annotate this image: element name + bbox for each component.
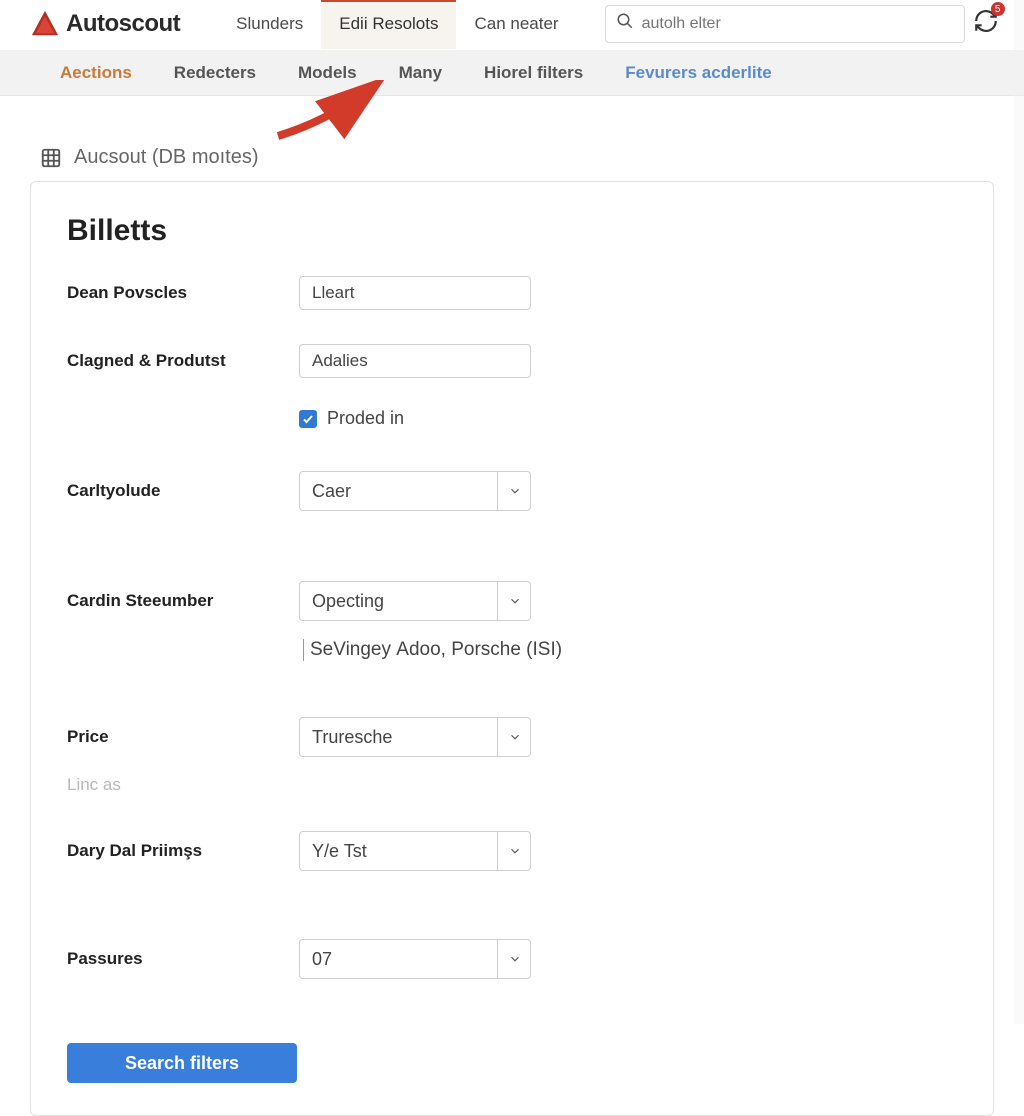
input-clagned-product[interactable]: [299, 344, 531, 378]
subnav-item-4[interactable]: Hiorel filters: [484, 63, 583, 83]
label-price: Price: [67, 727, 299, 747]
select-cardin-steeumber-value: Opecting: [312, 591, 384, 612]
checkbox-proded-in[interactable]: [299, 410, 317, 428]
select-cardin-steeumber[interactable]: Opecting: [299, 581, 531, 621]
checkbox-label-proded-in: Proded in: [327, 408, 404, 429]
card-title: Billetts: [67, 214, 957, 248]
search-filters-button[interactable]: Search filters: [67, 1043, 297, 1083]
topnav-item-2[interactable]: Can neater: [456, 0, 576, 49]
topnav-item-1[interactable]: Edii Resolots: [321, 0, 456, 49]
search-icon: [616, 12, 634, 35]
select-carltyolude-value: Caer: [312, 481, 351, 502]
label-clagned-product: Clagned & Produtst: [67, 351, 299, 371]
select-dary-dal-priims[interactable]: Y/e Tst: [299, 831, 531, 871]
subnav-item-1[interactable]: Redecters: [174, 63, 256, 83]
input-dean-povscles[interactable]: [299, 276, 531, 310]
breadcrumb: Aucsout (DB moıteѕ): [0, 146, 1024, 169]
select-dary-dal-priims-value: Y/e Tst: [312, 841, 367, 862]
subnav-item-0[interactable]: Aections: [60, 63, 132, 83]
brand-mark-icon: [30, 9, 60, 39]
sublabel-price: Linc as: [67, 775, 299, 795]
subnav-item-3[interactable]: Many: [399, 63, 442, 83]
grid-icon: [40, 147, 62, 169]
topnav-item-0[interactable]: Slunders: [218, 0, 321, 49]
search-input[interactable]: [642, 15, 954, 33]
select-passures-value: 07: [312, 949, 332, 970]
select-passures[interactable]: 07: [299, 939, 531, 979]
label-passures: Passures: [67, 949, 299, 969]
subnav-item-2[interactable]: Models: [298, 63, 357, 83]
breadcrumb-text: Aucsout (DB moıteѕ): [74, 146, 259, 169]
refresh-button[interactable]: 5: [973, 8, 999, 39]
chevron-down-icon: [497, 831, 531, 871]
top-nav: Slunders Edii Resolots Can neater: [218, 0, 576, 49]
select-price[interactable]: Truresche: [299, 717, 531, 757]
label-dean-povscles: Dean Povscles: [67, 283, 299, 303]
label-dary-dal-priims: Dary Dal Priimşs: [67, 841, 299, 861]
brand-logo[interactable]: Autoscout: [30, 9, 180, 39]
brand-name: Autoscout: [66, 10, 180, 38]
chevron-down-icon: [497, 471, 531, 511]
scrollbar[interactable]: [1014, 0, 1024, 1024]
helper-cardin-steeumber: SeVingeу Adoo, Porsche (ISI): [303, 639, 957, 661]
chevron-down-icon: [497, 717, 531, 757]
select-carltyolude[interactable]: Caer: [299, 471, 531, 511]
chevron-down-icon: [497, 581, 531, 621]
label-carltyolude: Carltyolude: [67, 481, 299, 501]
select-price-value: Truresche: [312, 727, 392, 748]
notification-badge: 5: [991, 2, 1005, 16]
subnav-item-5[interactable]: Fevurers acderlite: [625, 63, 771, 83]
label-cardin-steeumber: Cardin Steeumber: [67, 591, 299, 611]
filters-card: Billetts Dean Povscles Clagned & Produts…: [30, 181, 994, 1116]
secondary-nav: Aections Redecters Models Many Hiorel fi…: [0, 50, 1024, 96]
global-search[interactable]: [605, 5, 965, 43]
chevron-down-icon: [497, 939, 531, 979]
